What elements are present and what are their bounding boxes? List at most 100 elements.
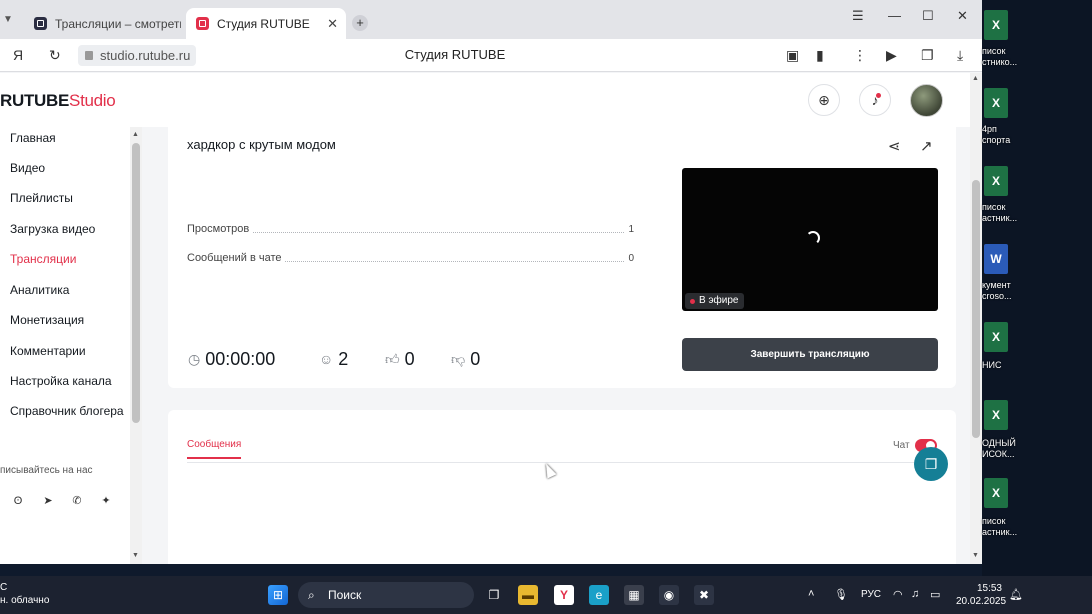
avatar[interactable]	[910, 84, 943, 117]
excel-file-icon: X	[984, 10, 1008, 40]
sidebar-item-monetization[interactable]: Монетизация	[10, 313, 84, 327]
address-bar: Я ↻ studio.rutube.ru Студия RUTUBE ▣ ▮ ⋮…	[0, 39, 982, 72]
end-stream-button[interactable]: Завершить трансляцию	[682, 338, 938, 371]
date: 20.02.2025	[956, 596, 1007, 607]
rutube-favicon-icon	[34, 17, 47, 30]
volume-icon[interactable]: ♫	[911, 588, 919, 600]
stream-timer: ◷ 00:00:00	[188, 348, 275, 370]
excel-file-icon: X	[984, 166, 1008, 196]
browser-menu-icon[interactable]: ☰	[852, 8, 864, 24]
viber-icon[interactable]: ✆	[67, 491, 87, 511]
tab-messages[interactable]: Сообщения	[187, 439, 242, 459]
timer-value: 00:00:00	[205, 348, 276, 369]
bookmark-icon[interactable]: ▮	[816, 47, 824, 64]
close-window-button[interactable]: ✕	[957, 8, 968, 24]
more-icon[interactable]: ⋮	[853, 47, 867, 64]
rutube-studio-logo[interactable]: RUTUBEStudio	[0, 91, 116, 111]
likes-value: 0	[404, 348, 415, 369]
minimize-button[interactable]: —	[888, 8, 901, 23]
store-icon[interactable]: ▦	[624, 585, 644, 605]
dislikes-value: 0	[470, 348, 481, 369]
page-scrollbar[interactable]: ▲ ▼	[970, 73, 982, 564]
desktop-file-label: ОДНЫЙ ИСОК...	[982, 438, 1016, 459]
sidebar-item-playlists[interactable]: Плейлисты	[10, 191, 73, 205]
reload-icon[interactable]: ↻	[49, 47, 61, 64]
dislikes-count: 👎︎ 0	[451, 348, 480, 370]
edge-icon[interactable]: e	[589, 585, 609, 605]
sidebar-item-video[interactable]: Видео	[10, 161, 45, 175]
chat-toggle-label: Чат	[893, 440, 910, 451]
taskbar-search[interactable]: ⌕ Поиск	[298, 582, 474, 608]
maximize-button[interactable]: ☐	[922, 8, 934, 24]
sidebar-item-home[interactable]: Главная	[10, 131, 56, 145]
follow-us-label: писывайтесь на нас	[0, 465, 93, 476]
viewers-count: ☺ 2	[319, 348, 348, 370]
tray-expand-icon[interactable]: ˄	[808, 588, 814, 600]
chat-messages-value: 0	[628, 252, 634, 264]
sidebar-item-comments[interactable]: Комментарии	[10, 344, 86, 358]
tab-title: Студия RUTUBE	[217, 16, 310, 31]
tab-title: Трансляции – смотреть в	[55, 16, 181, 31]
sidebar-item-channel-settings[interactable]: Настройка канала	[10, 374, 112, 388]
excel-file-icon: X	[984, 478, 1008, 508]
weather-widget[interactable]: С н. облачно	[0, 581, 49, 607]
language-indicator[interactable]: РУС	[861, 589, 881, 600]
sidebar-item-analytics[interactable]: Аналитика	[10, 283, 69, 297]
chat-messages-stat: Сообщений в чате 0	[187, 250, 634, 266]
scroll-down-icon[interactable]: ▼	[972, 552, 979, 559]
notification-bell-icon[interactable]: 🔔︎	[1009, 588, 1023, 601]
thumbs-up-icon: 👍︎	[385, 350, 400, 367]
browser-window: ▼ Трансляции – смотреть в Студия RUTUBE …	[0, 0, 982, 564]
new-tab-button[interactable]: +	[352, 15, 368, 31]
telegram-icon[interactable]: ➤	[38, 491, 58, 511]
microphone-icon[interactable]: 🎙︎	[834, 588, 848, 601]
chat-card: Сообщения Чат	[168, 410, 956, 564]
desktop: X писок стнико... X 4рп спорта X писок астн…	[982, 0, 1092, 576]
yandex-icon[interactable]: Я	[13, 47, 23, 63]
tab-studio[interactable]: Студия RUTUBE ✕	[186, 8, 346, 39]
file-explorer-icon[interactable]: ▬	[518, 585, 538, 605]
sidebar-item-blogger-guide[interactable]: Справочник блогера	[10, 404, 124, 418]
clock[interactable]: 15:53 20.02.2025	[956, 582, 1007, 608]
search-icon: ⌕	[308, 588, 315, 602]
desktop-file-label: НИС	[982, 360, 1002, 370]
scroll-down-icon[interactable]: ▼	[132, 552, 139, 559]
windows-start-icon[interactable]: ⊞	[268, 585, 288, 605]
upload-button[interactable]: ⊕	[808, 84, 840, 116]
scroll-up-icon[interactable]: ▲	[132, 131, 139, 138]
tab-translations[interactable]: Трансляции – смотреть в	[24, 8, 184, 39]
battery-icon[interactable]: ▭	[930, 588, 940, 601]
sidebar-scrollbar[interactable]: ▲ ▼	[130, 127, 142, 564]
task-view-icon[interactable]: ❐	[484, 585, 504, 605]
live-badge-label: В эфире	[699, 295, 739, 306]
taskbar: С н. облачно ⊞ ⌕ Поиск ❐ ▬ Y e ▦ ◉ ✖ ˄ 🎙…	[0, 576, 1092, 614]
excel-file-icon: X	[984, 322, 1008, 352]
thumbs-down-icon: 👎︎	[451, 350, 466, 367]
video-player[interactable]: В эфире	[682, 168, 938, 311]
notifications-button[interactable]: ♪	[859, 84, 891, 116]
views-stat: Просмотров 1	[187, 221, 634, 237]
open-external-icon[interactable]: ↗	[920, 137, 933, 155]
support-chat-button[interactable]: ❐	[914, 447, 948, 481]
ok-icon[interactable]: ʘ	[8, 491, 28, 511]
share-icon[interactable]: ⋖	[888, 137, 901, 155]
download-icon[interactable]: ⤓	[957, 47, 963, 64]
scrollbar-thumb[interactable]	[972, 180, 980, 438]
extension-icon[interactable]: ▣	[786, 47, 799, 64]
close-tab-icon[interactable]: ✕	[327, 16, 338, 32]
scroll-up-icon[interactable]: ▲	[972, 75, 979, 82]
media-icon[interactable]: ▶	[886, 47, 897, 64]
user-icon: ☺	[319, 351, 334, 367]
collections-icon[interactable]: ❐	[921, 47, 934, 64]
yandex-browser-icon[interactable]: Y	[554, 585, 574, 605]
tabs-dropdown-icon[interactable]: ▼	[3, 14, 13, 25]
sidebar-item-upload[interactable]: Загрузка видео	[10, 222, 95, 236]
plus-icon[interactable]: ✦	[96, 491, 116, 511]
weather-status: н. облачно	[0, 595, 50, 606]
url-field[interactable]: studio.rutube.ru	[78, 45, 197, 66]
sidebar-item-streams[interactable]: Трансляции	[10, 252, 76, 266]
scrollbar-thumb[interactable]	[132, 143, 140, 423]
wifi-icon[interactable]: ◠	[893, 588, 903, 601]
obs-icon[interactable]: ◉	[659, 585, 679, 605]
app-icon[interactable]: ✖	[694, 585, 714, 605]
